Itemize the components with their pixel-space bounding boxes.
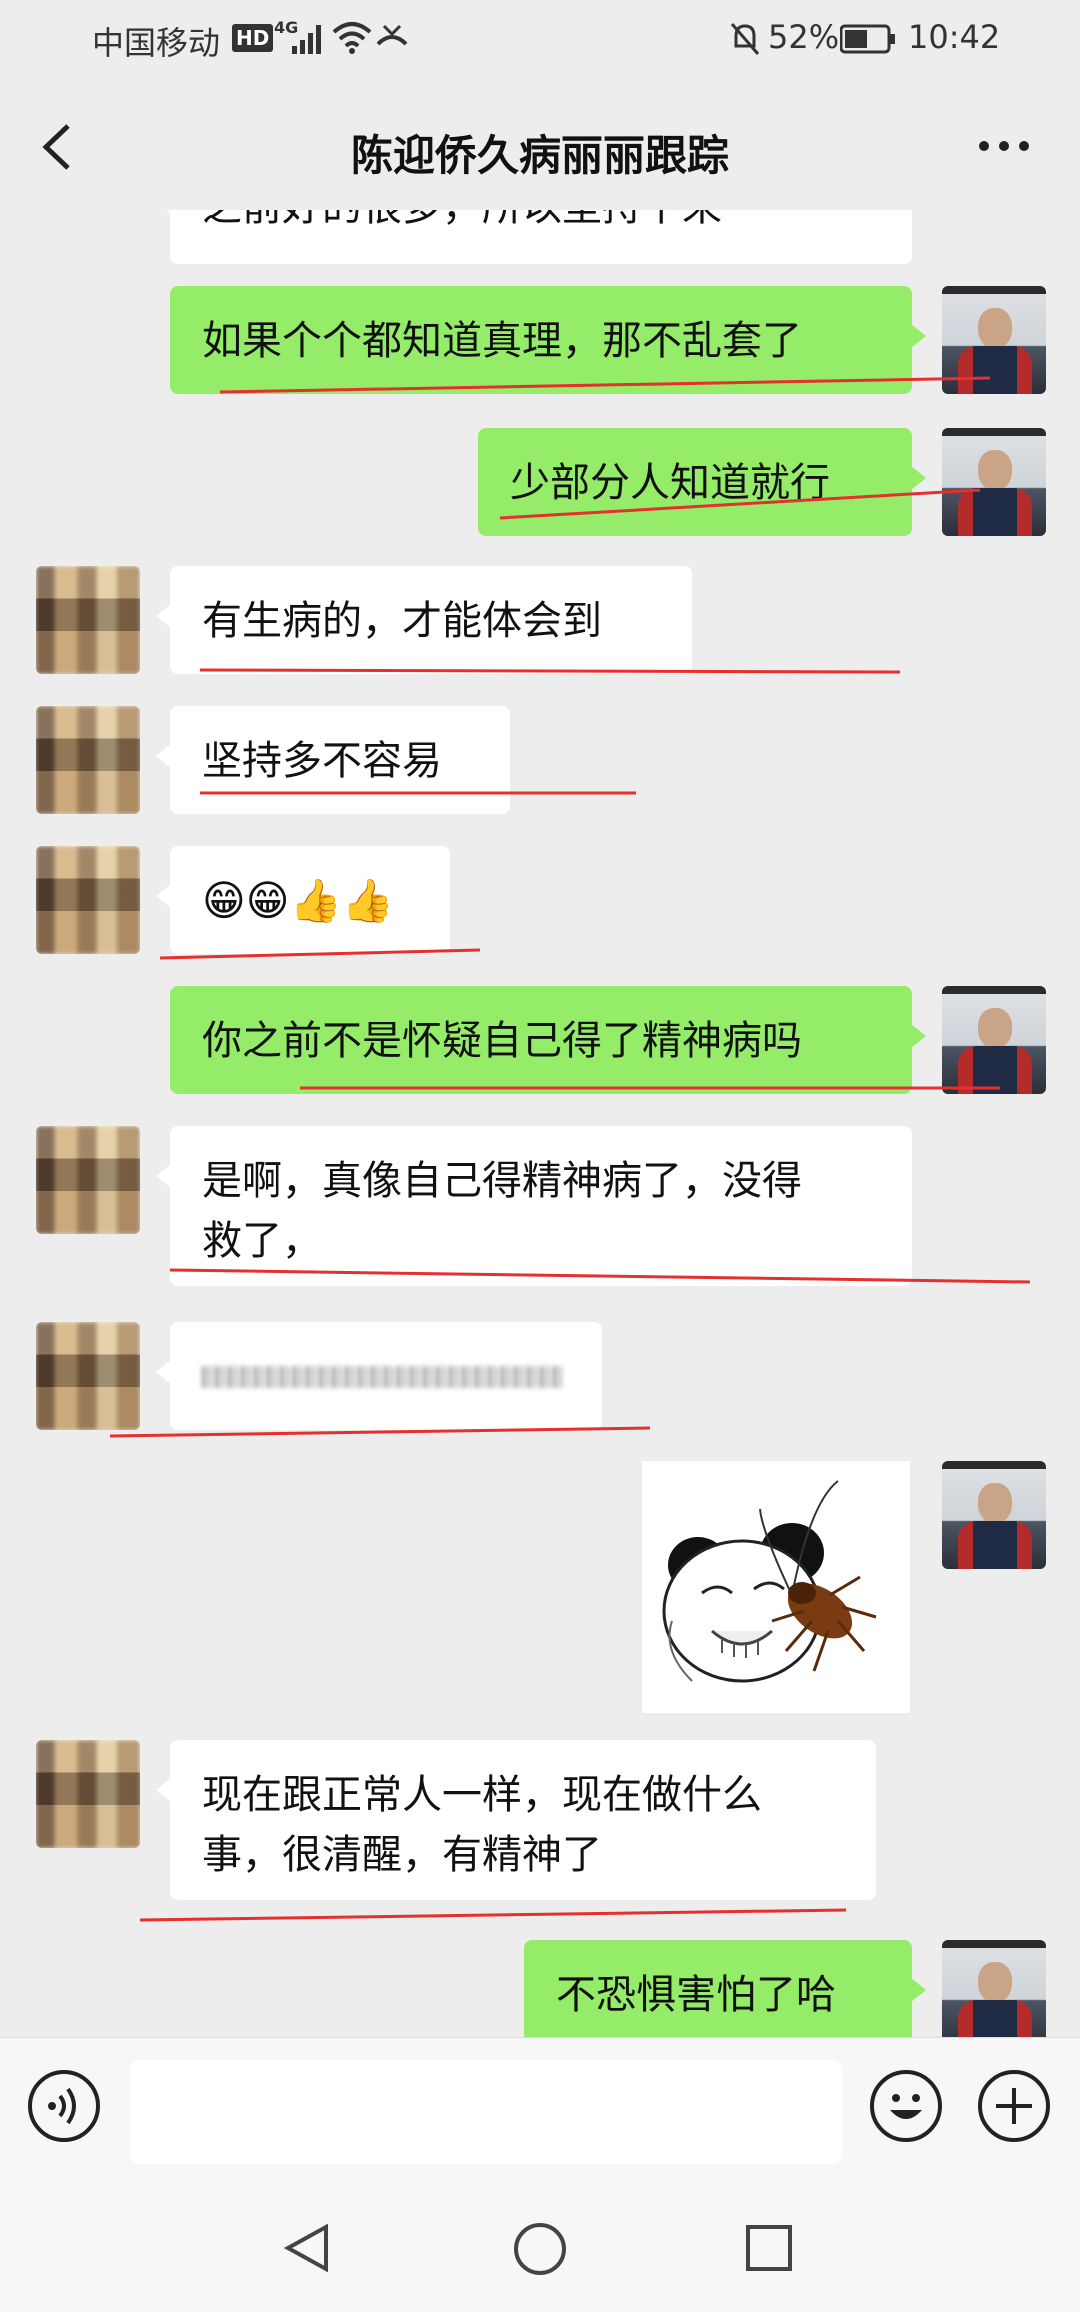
battery-percent: 52% [768, 18, 840, 56]
chat-title: 陈迎侨久病丽丽跟踪 [350, 131, 729, 180]
emoji-button[interactable] [870, 2070, 942, 2142]
contact-avatar[interactable] [36, 566, 140, 674]
message-bubble-sent[interactable]: 你之前不是怀疑自己得了精神病吗 [170, 986, 926, 1094]
battery-icon [840, 24, 895, 54]
message-text-line: 事，很清醒，有精神了 [202, 1832, 602, 1878]
more-dots-icon[interactable] [976, 138, 1032, 154]
message-text: 你之前不是怀疑自己得了精神病吗 [202, 1018, 802, 1064]
mute-bell-icon [730, 23, 760, 55]
my-avatar[interactable] [942, 428, 1046, 536]
carrier-label: 中国移动 [92, 24, 221, 62]
message-text: 之前好的很多，所以坚持下来 [202, 210, 722, 230]
contact-avatar[interactable] [36, 846, 140, 954]
my-avatar[interactable] [942, 286, 1046, 394]
contact-avatar[interactable] [36, 1322, 140, 1430]
message-bubble-received[interactable]: 😁😁👍👍 [156, 846, 450, 954]
contact-avatar[interactable] [36, 1740, 140, 1848]
panda-cockroach-sticker [642, 1461, 910, 1713]
add-button[interactable] [978, 2070, 1050, 2142]
message-bubble-sent[interactable]: 少部分人知道就行 [478, 428, 926, 536]
message-list[interactable]: 之前好的很多，所以坚持下来 如果个个都知道真理，那不乱套了 少部分人知道就行 有… [0, 210, 1080, 2037]
message-text: 少部分人知道就行 [510, 460, 830, 506]
message-text-line: 救了， [202, 1218, 322, 1264]
square-recent-icon[interactable] [744, 2223, 796, 2275]
input-bar [0, 2037, 1080, 2178]
circle-home-icon[interactable] [512, 2221, 568, 2277]
message-bubble-sent[interactable]: 之前好的很多，所以坚持下来 [156, 210, 912, 264]
voice-button[interactable] [28, 2070, 100, 2142]
chat-header: 陈迎侨久病丽丽跟踪 [0, 82, 1080, 210]
message-text: 有生病的，才能体会到 [202, 598, 602, 644]
message-text: 如果个个都知道真理，那不乱套了 [202, 318, 802, 364]
message-bubble-sent[interactable]: 不恐惧害怕了哈 [524, 1940, 926, 2037]
my-avatar[interactable] [942, 1940, 1046, 2037]
message-bubble-received[interactable]: 现在跟正常人一样，现在做什么 事，很清醒，有精神了 [156, 1740, 876, 1900]
system-nav-bar [0, 2177, 1080, 2312]
message-input[interactable] [130, 2060, 842, 2164]
voice-icon [48, 2087, 76, 2125]
message-text-line: 现在跟正常人一样，现在做什么 [202, 1772, 762, 1818]
message-bubble-received[interactable]: 坚持多不容易 [156, 706, 510, 814]
message-bubble-received[interactable] [156, 1322, 602, 1430]
sticker-image[interactable] [642, 1461, 910, 1713]
signal-icon [292, 25, 321, 54]
message-text: 不恐惧害怕了哈 [556, 1972, 836, 2018]
message-bubble-received[interactable]: 有生病的，才能体会到 [156, 566, 692, 674]
my-avatar[interactable] [942, 986, 1046, 1094]
contact-avatar[interactable] [36, 706, 140, 814]
message-bubble-sent[interactable]: 如果个个都知道真理，那不乱套了 [170, 286, 926, 394]
emoji-text: 😁😁👍👍 [202, 876, 395, 925]
blurred-message-content [202, 1366, 562, 1388]
missed-call-icon [376, 24, 408, 46]
message-bubble-received[interactable]: 是啊，真像自己得精神病了，没得 救了， [156, 1126, 912, 1286]
clock: 10:42 [908, 18, 1001, 56]
status-bar: 中国移动 HD 4G 52% 10:42 [0, 0, 1080, 82]
triangle-back-icon[interactable] [282, 2221, 332, 2275]
emoji-icon [890, 2094, 922, 2119]
message-text-line: 是啊，真像自己得精神病了，没得 [202, 1158, 802, 1204]
hd-badge: HD [232, 24, 274, 52]
plus-icon [996, 2088, 1032, 2124]
message-text: 坚持多不容易 [202, 738, 442, 784]
contact-avatar[interactable] [36, 1126, 140, 1234]
wifi-icon [332, 22, 372, 54]
my-avatar[interactable] [942, 1461, 1046, 1569]
